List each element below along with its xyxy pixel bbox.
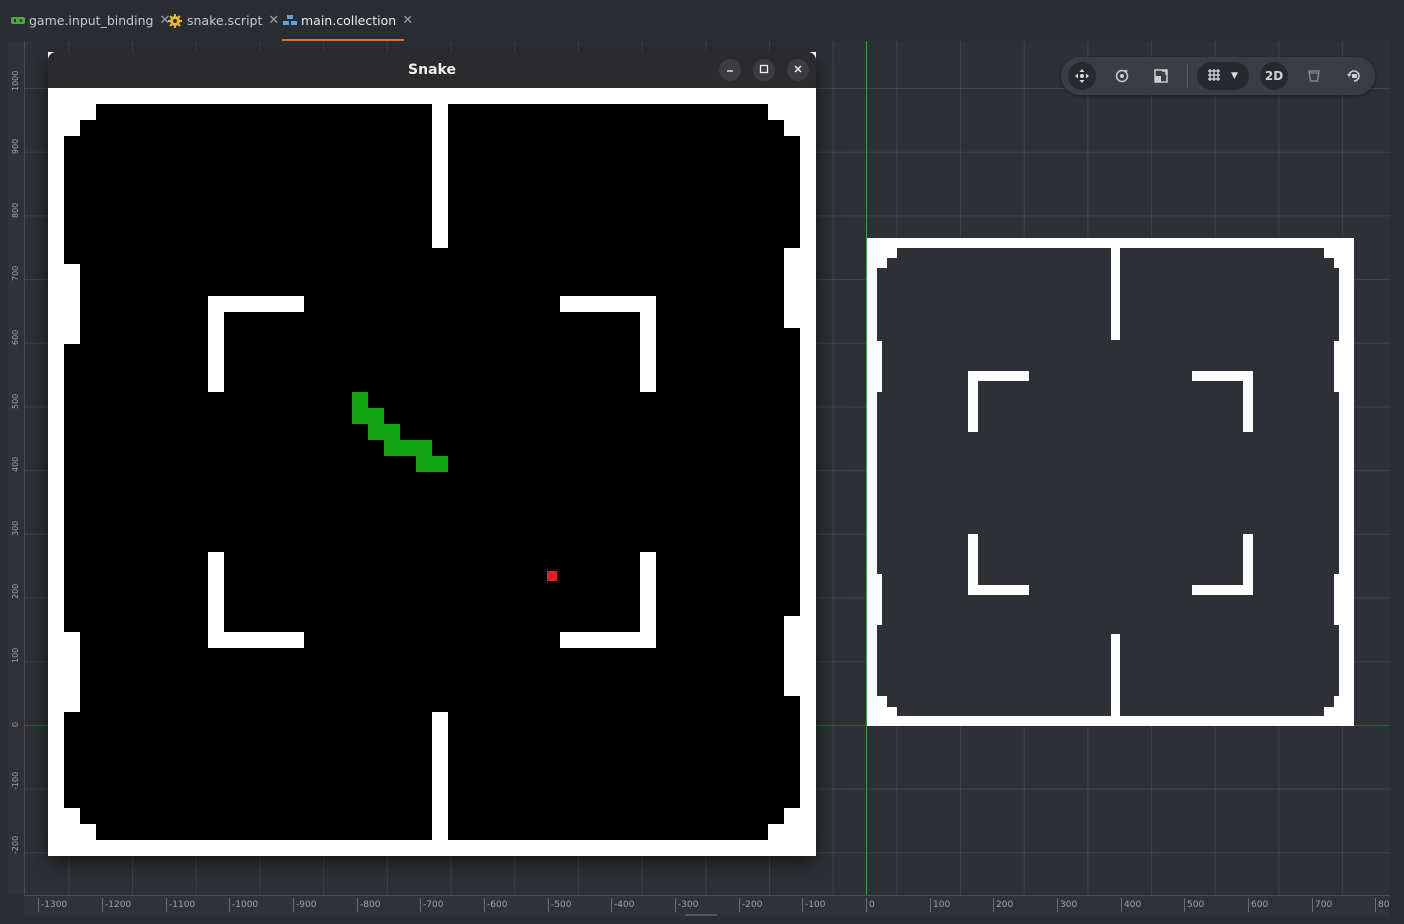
ruler-label: 100 bbox=[11, 647, 20, 663]
ruler-label: -1300 bbox=[38, 898, 67, 912]
toolbar-separator bbox=[1187, 64, 1188, 88]
tab-main-collection[interactable]: main.collection ✕ bbox=[282, 0, 413, 41]
ruler-label: 600 bbox=[11, 329, 20, 345]
input-binding-icon bbox=[10, 14, 25, 26]
ruler-label: -100 bbox=[802, 898, 825, 912]
maximize-icon bbox=[759, 63, 769, 77]
tab-game-input-binding[interactable]: game.input_binding ✕ bbox=[10, 0, 170, 40]
chevron-down-icon: ▼ bbox=[1231, 71, 1238, 81]
2d-label: 2D bbox=[1264, 69, 1284, 83]
ruler-label: 0 bbox=[866, 898, 875, 912]
maximize-button[interactable] bbox=[753, 59, 775, 81]
window-title: Snake bbox=[408, 62, 456, 78]
ruler-label: -500 bbox=[548, 898, 571, 912]
game-canvas[interactable] bbox=[48, 88, 816, 856]
window-titlebar[interactable]: Snake bbox=[48, 52, 816, 88]
ruler-label: -300 bbox=[675, 898, 698, 912]
camera-reset-icon[interactable] bbox=[1340, 62, 1368, 90]
ruler-label: 400 bbox=[11, 456, 20, 472]
ruler-label: 700 bbox=[11, 265, 20, 281]
ruler-label: -200 bbox=[11, 835, 20, 854]
grid-settings-button[interactable]: ▼ bbox=[1197, 62, 1249, 90]
ruler-label: -800 bbox=[357, 898, 380, 912]
editor-tab-bar: game.input_binding ✕ snake.script ✕ main… bbox=[0, 0, 1404, 41]
ruler-label: 800 bbox=[11, 202, 20, 218]
ruler-label: -1100 bbox=[166, 898, 195, 912]
ruler-label: -600 bbox=[484, 898, 507, 912]
minimize-button[interactable] bbox=[719, 59, 741, 81]
grid-icon bbox=[1207, 68, 1221, 85]
collection-icon bbox=[282, 14, 297, 26]
vertical-ruler: 1000 900 800 700 600 500 400 300 200 100… bbox=[8, 41, 25, 895]
ruler-label: 200 bbox=[11, 583, 20, 599]
ruler-label: -1000 bbox=[229, 898, 258, 912]
visibility-filter-icon[interactable] bbox=[1300, 62, 1328, 90]
ruler-label: 700 bbox=[1312, 898, 1332, 912]
close-icon[interactable]: ✕ bbox=[402, 13, 413, 28]
ruler-label: -100 bbox=[11, 771, 20, 790]
move-tool-icon[interactable] bbox=[1068, 62, 1096, 90]
ruler-label: 200 bbox=[993, 898, 1013, 912]
panel-resize-handle[interactable] bbox=[685, 914, 717, 916]
rotate-tool-icon[interactable] bbox=[1108, 62, 1136, 90]
ruler-label: 900 bbox=[11, 138, 20, 154]
top-divider-wall bbox=[432, 104, 448, 248]
2d-toggle-button[interactable]: 2D bbox=[1260, 62, 1288, 90]
horizontal-ruler: -1300 -1200 -1100 -1000 -900 -800 -700 -… bbox=[24, 895, 1390, 916]
bottom-divider-wall bbox=[432, 712, 448, 840]
close-button[interactable] bbox=[787, 59, 809, 81]
ruler-label: 300 bbox=[1057, 898, 1077, 912]
ruler-label: -900 bbox=[293, 898, 316, 912]
ruler-label: -200 bbox=[739, 898, 762, 912]
snake-game-window[interactable]: Snake bbox=[48, 52, 816, 856]
script-gear-icon bbox=[168, 14, 182, 28]
close-icon bbox=[793, 63, 803, 77]
ruler-label: 300 bbox=[11, 520, 20, 536]
food bbox=[547, 571, 557, 581]
minimize-icon bbox=[725, 63, 735, 77]
scene-level-preview[interactable] bbox=[867, 238, 1354, 726]
ruler-label: 600 bbox=[1248, 898, 1268, 912]
close-icon[interactable]: ✕ bbox=[268, 13, 279, 28]
ruler-label: 0 bbox=[11, 721, 20, 727]
ruler-label: -700 bbox=[420, 898, 443, 912]
scale-tool-icon[interactable] bbox=[1147, 62, 1175, 90]
ruler-label: -1200 bbox=[102, 898, 131, 912]
tab-label: game.input_binding bbox=[29, 12, 154, 28]
ruler-label: 500 bbox=[1184, 898, 1204, 912]
ruler-label: 500 bbox=[11, 393, 20, 409]
tab-snake-script[interactable]: snake.script ✕ bbox=[168, 0, 279, 40]
ruler-label: 400 bbox=[1121, 898, 1141, 912]
ruler-label: 80 bbox=[1375, 898, 1389, 912]
ruler-label: 1000 bbox=[11, 70, 20, 91]
tab-label: snake.script bbox=[187, 12, 263, 28]
ruler-label: -400 bbox=[611, 898, 634, 912]
viewport-toolbar: ▼ 2D bbox=[1061, 57, 1375, 95]
ruler-label: 100 bbox=[930, 898, 950, 912]
tab-label: main.collection bbox=[301, 12, 397, 28]
